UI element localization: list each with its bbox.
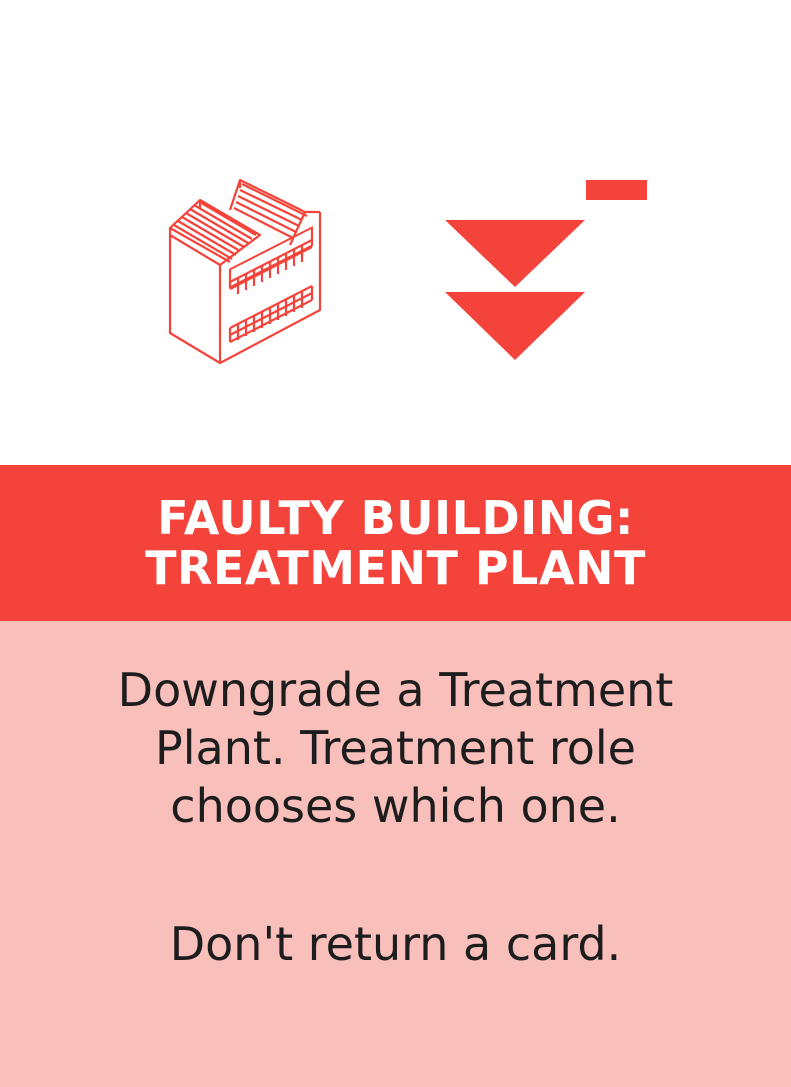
card-illustration-area: [0, 0, 791, 465]
card-body-line-3: chooses which one.: [170, 779, 621, 833]
building-icon: [168, 178, 322, 365]
game-card: FAULTY BUILDING: TREATMENT PLANT Downgra…: [0, 0, 791, 1087]
downgrade-icon: [445, 180, 647, 360]
card-footer-text: Don't return a card.: [169, 917, 622, 971]
card-title-line-2: TREATMENT PLANT: [145, 541, 646, 595]
card-body: Downgrade a Treatment Plant. Treatment r…: [0, 621, 791, 1087]
card-body-line-1: Downgrade a Treatment: [117, 663, 674, 717]
card-body-line-2: Plant. Treatment role: [155, 721, 636, 775]
card-title-banner: FAULTY BUILDING: TREATMENT PLANT: [0, 465, 791, 621]
card-title-line-1: FAULTY BUILDING:: [157, 491, 634, 545]
